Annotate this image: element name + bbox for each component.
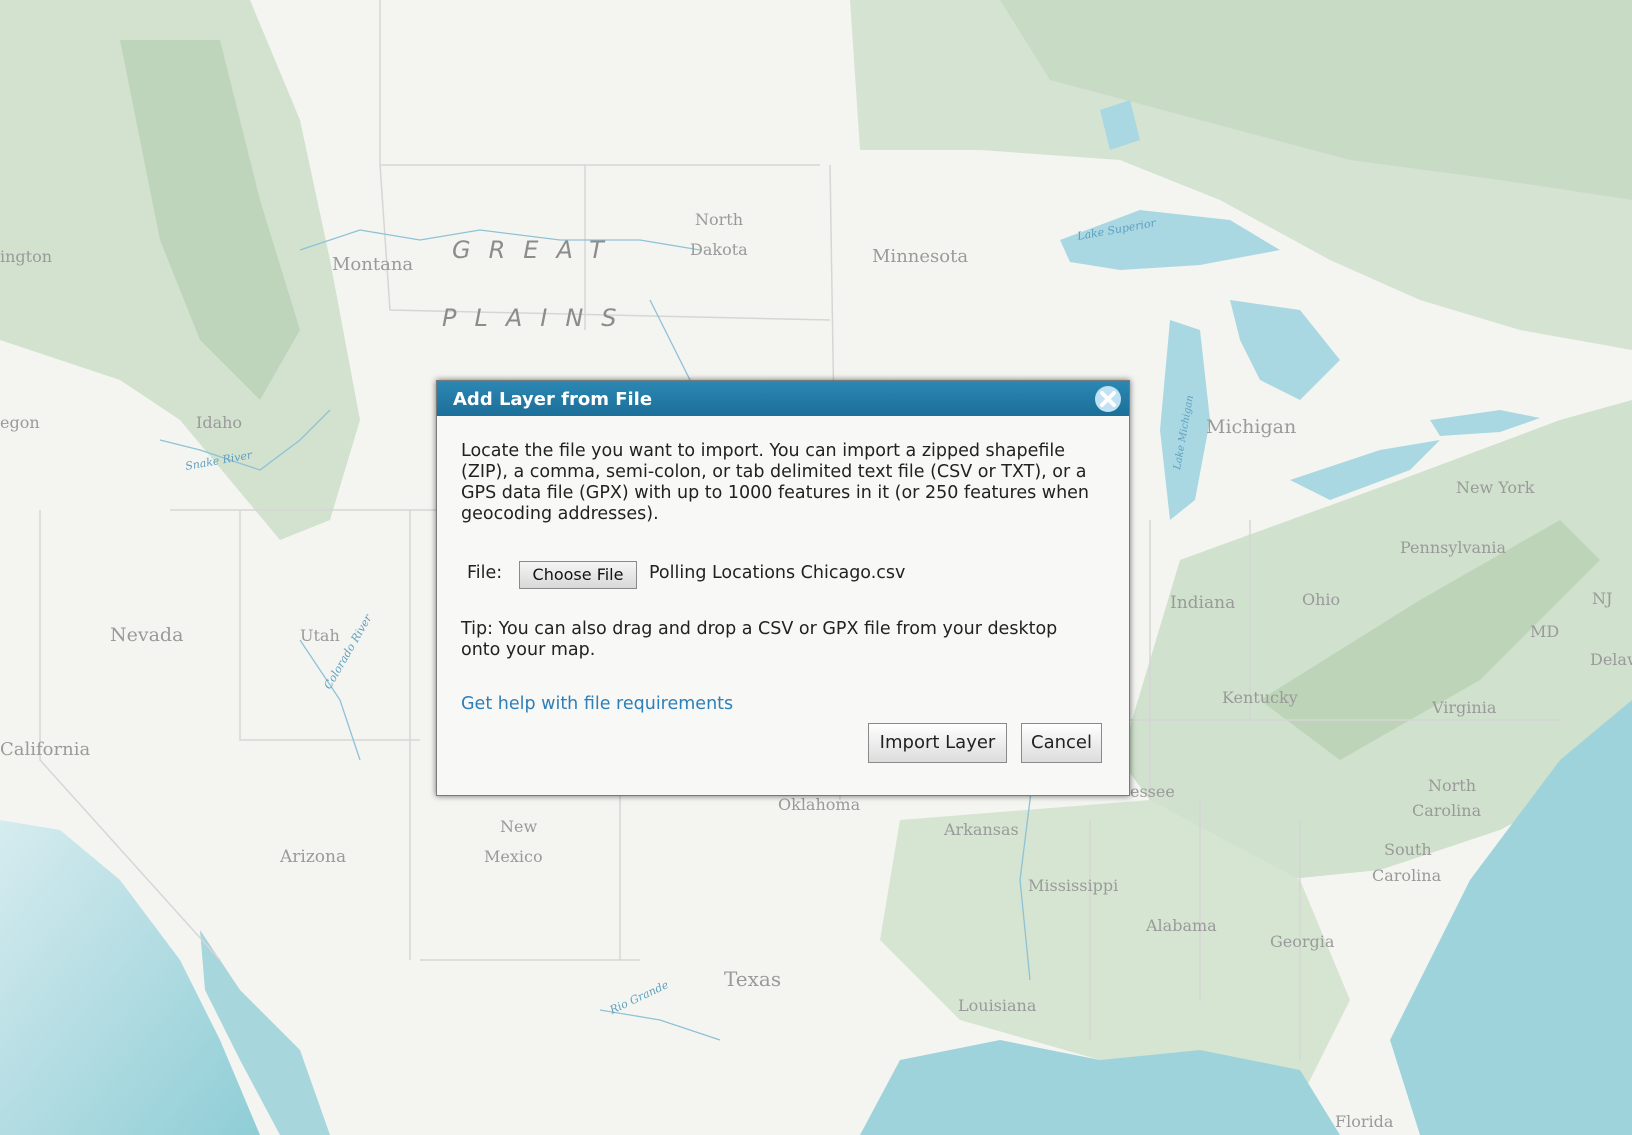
map-label: Utah [300,626,340,645]
close-icon[interactable] [1095,386,1121,412]
choose-file-button[interactable]: Choose File [519,561,637,589]
map-label: New York [1456,478,1535,497]
map-label: Indiana [1170,593,1235,613]
map-label: Carolina [1412,801,1482,820]
selected-file-name: Polling Locations Chicago.csv [649,563,906,583]
map-label: Arkansas [943,820,1019,839]
import-layer-button[interactable]: Import Layer [868,723,1007,763]
map-label: North [695,210,743,229]
map-label: Dakota [690,240,748,259]
map-label: Kentucky [1222,688,1298,707]
map-label: Texas [724,967,781,991]
map-label: Pennsylvania [1400,538,1506,557]
map-label: essee [1130,782,1175,801]
map-label: Carolina [1372,866,1442,885]
map-label: Georgia [1270,932,1335,951]
map-label: ington [0,247,52,266]
map-label: Minnesota [872,246,968,267]
map-label: Arizona [279,847,346,867]
map-label: Virginia [1431,698,1497,717]
map-label: Louisiana [958,996,1037,1015]
dialog-tip: Tip: You can also drag and drop a CSV or… [461,619,1058,660]
map-label: MD [1530,622,1559,641]
map-label: Florida [1335,1112,1394,1131]
close-icon-glyph [1100,391,1116,407]
map-label: Michigan [1206,416,1296,438]
cancel-button[interactable]: Cancel [1021,723,1102,763]
great-plains-label-2: PLAINS [442,304,635,332]
dialog-titlebar: Add Layer from File [437,381,1129,416]
add-layer-dialog: Add Layer from File Locate the file you … [436,380,1130,796]
map-label: Oklahoma [778,795,861,814]
map-label: Idaho [196,413,242,432]
map-label: Nevada [110,624,183,646]
map-label: Mexico [484,847,543,866]
map-label: egon [0,413,40,432]
map-label: North [1428,776,1476,795]
dialog-description: Locate the file you want to import. You … [461,441,1090,524]
help-file-requirements-link[interactable]: Get help with file requirements [461,694,733,714]
map-label: Delaw [1590,650,1632,669]
map-label: Mississippi [1028,876,1118,895]
great-plains-label: GREAT [452,236,622,264]
map-label: Alabama [1145,916,1217,935]
map-label: NJ [1592,589,1612,608]
file-label: File: [467,563,503,583]
map-label: South [1384,840,1432,859]
map-label: Ohio [1302,590,1340,609]
map-label: Montana [332,254,413,275]
dialog-title: Add Layer from File [453,389,653,410]
map-label: California [0,739,90,760]
map-label: New [500,817,537,836]
